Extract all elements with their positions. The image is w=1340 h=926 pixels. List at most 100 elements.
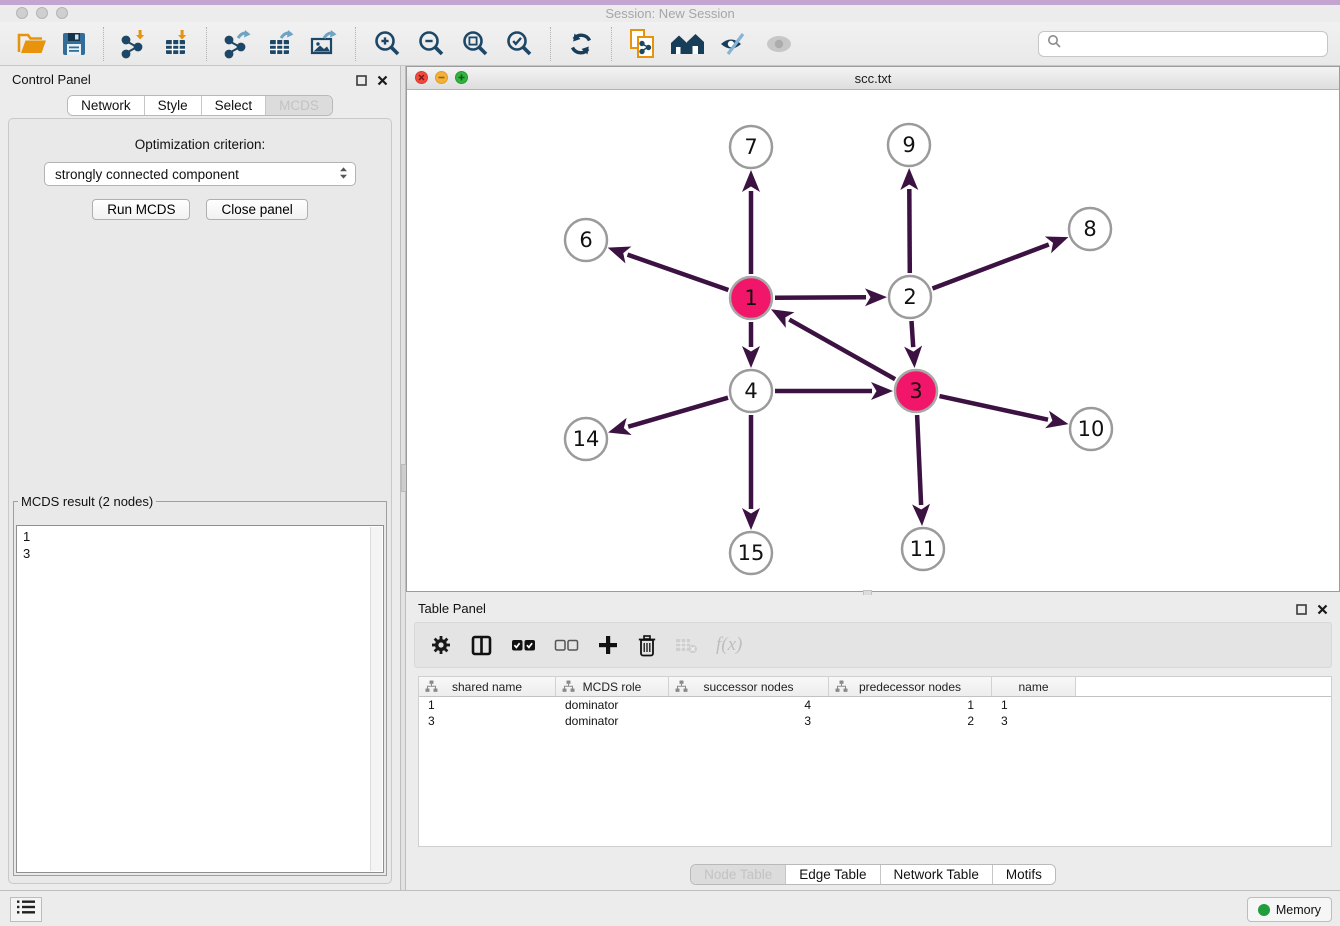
tab-node-table[interactable]: Node Table — [691, 865, 786, 884]
import-table-icon[interactable] — [162, 29, 190, 59]
table-cell[interactable]: 1 — [992, 698, 1076, 712]
table-cell[interactable]: 3 — [419, 714, 556, 728]
column-header-name[interactable]: name — [992, 677, 1076, 696]
close-table-panel-icon[interactable] — [1317, 602, 1328, 620]
tab-edge-table[interactable]: Edge Table — [786, 865, 880, 884]
graph-node-9[interactable]: 9 — [888, 124, 930, 166]
table-cell[interactable]: 2 — [829, 714, 992, 728]
task-history-button[interactable] — [10, 897, 42, 922]
graph-node-1[interactable]: 1 — [730, 277, 772, 319]
column-header-shared-name[interactable]: shared name — [419, 677, 556, 696]
float-table-panel-icon[interactable] — [1296, 602, 1307, 620]
graph-edge-2-9[interactable] — [909, 189, 910, 273]
zoom-window-button[interactable] — [56, 7, 68, 19]
settings-gear-icon[interactable] — [430, 634, 452, 656]
graph-edge-3-11[interactable] — [917, 415, 921, 505]
svg-text:1: 1 — [744, 286, 757, 310]
run-mcds-button[interactable]: Run MCDS — [92, 199, 190, 220]
graph-edge-3-10[interactable] — [940, 396, 1049, 420]
table-cell[interactable]: 1 — [829, 698, 992, 712]
tab-style[interactable]: Style — [145, 96, 202, 115]
search-box[interactable] — [1038, 31, 1328, 57]
graph-edge-1-6[interactable] — [628, 255, 729, 290]
graph-node-3[interactable]: 3 — [895, 370, 937, 412]
graph-edge-3-1[interactable] — [789, 320, 895, 380]
column-visibility-icon[interactable] — [470, 634, 493, 657]
open-session-icon[interactable] — [17, 30, 47, 57]
column-label: name — [1018, 680, 1048, 694]
close-window-button[interactable] — [16, 7, 28, 19]
tab-mcds[interactable]: MCDS — [266, 96, 332, 115]
table-cell[interactable]: 3 — [992, 714, 1076, 728]
apply-layout-icon[interactable] — [567, 30, 595, 58]
network-window-titlebar[interactable]: scc.txt — [407, 67, 1339, 90]
graph-node-10[interactable]: 10 — [1070, 408, 1112, 450]
import-network-icon[interactable] — [120, 29, 148, 59]
graph-node-11[interactable]: 11 — [902, 528, 944, 570]
column-header-MCDS-role[interactable]: MCDS role — [556, 677, 669, 696]
select-all-icon[interactable] — [511, 637, 536, 654]
graph-edge-2-3[interactable] — [912, 321, 914, 347]
network-close-button[interactable] — [415, 71, 428, 84]
status-bar: Memory — [0, 890, 1340, 926]
list-icon — [16, 899, 36, 920]
tab-select[interactable]: Select — [202, 96, 267, 115]
hide-details-icon[interactable] — [719, 31, 750, 57]
column-header-predecessor-nodes[interactable]: predecessor nodes — [829, 677, 992, 696]
application-window: Session: New Session Control Panel Netwo… — [0, 0, 1340, 926]
zoom-selected-icon[interactable] — [504, 29, 534, 59]
criterion-dropdown[interactable]: strongly connected component — [44, 162, 356, 186]
table-tabs: Node TableEdge TableNetwork TableMotifs — [690, 864, 1056, 885]
tab-network-table[interactable]: Network Table — [881, 865, 993, 884]
graph-node-8[interactable]: 8 — [1069, 208, 1111, 250]
svg-text:7: 7 — [744, 135, 757, 159]
tab-motifs[interactable]: Motifs — [993, 865, 1055, 884]
memory-button[interactable]: Memory — [1247, 897, 1332, 922]
mcds-result-text: 13 — [16, 525, 384, 873]
criterion-dropdown-value: strongly connected component — [55, 167, 339, 182]
search-input[interactable] — [1067, 35, 1319, 52]
table-cell[interactable]: 4 — [669, 698, 829, 712]
float-panel-icon[interactable] — [356, 73, 367, 91]
tab-network[interactable]: Network — [68, 96, 145, 115]
export-network-icon[interactable] — [223, 29, 252, 59]
table-row[interactable]: 3dominator323 — [419, 713, 1331, 729]
graph-node-2[interactable]: 2 — [889, 276, 931, 318]
home-icon[interactable] — [670, 31, 705, 56]
delete-row-icon[interactable] — [637, 634, 657, 657]
svg-text:6: 6 — [579, 228, 592, 252]
add-row-icon[interactable] — [597, 634, 619, 656]
column-header-successor-nodes[interactable]: successor nodes — [669, 677, 829, 696]
network-minimize-button[interactable] — [435, 71, 448, 84]
save-session-icon[interactable] — [61, 31, 87, 57]
graph-node-6[interactable]: 6 — [565, 219, 607, 261]
zoom-fit-icon[interactable] — [460, 29, 490, 59]
deselect-all-icon[interactable] — [554, 637, 579, 654]
table-cell[interactable]: 1 — [419, 698, 556, 712]
graph-node-4[interactable]: 4 — [730, 370, 772, 412]
table-row[interactable]: 1dominator411 — [419, 697, 1331, 713]
graph-edge-2-8[interactable] — [933, 245, 1049, 289]
toolbar-separator — [611, 27, 612, 61]
graph-node-15[interactable]: 15 — [730, 532, 772, 574]
zoom-out-icon[interactable] — [416, 29, 446, 59]
svg-text:15: 15 — [738, 541, 765, 565]
show-details-icon — [764, 33, 794, 55]
graph-node-14[interactable]: 14 — [565, 418, 607, 460]
minimize-window-button[interactable] — [36, 7, 48, 19]
table-cell[interactable]: dominator — [556, 698, 669, 712]
graph-edge-4-14[interactable] — [628, 398, 728, 427]
result-scrollbar[interactable] — [370, 527, 382, 871]
network-canvas[interactable]: 7 9 6 8 1 2 4 3 14 10 15 11 — [407, 89, 1339, 591]
close-panel-icon[interactable] — [377, 73, 388, 91]
clone-network-icon[interactable] — [628, 28, 656, 59]
export-table-icon[interactable] — [266, 29, 295, 59]
network-maximize-button[interactable] — [455, 71, 468, 84]
graph-edge-1-2[interactable] — [775, 297, 866, 298]
export-image-icon[interactable] — [309, 29, 339, 59]
graph-node-7[interactable]: 7 — [730, 126, 772, 168]
table-cell[interactable]: 3 — [669, 714, 829, 728]
table-cell[interactable]: dominator — [556, 714, 669, 728]
close-panel-button[interactable]: Close panel — [206, 199, 307, 220]
zoom-in-icon[interactable] — [372, 29, 402, 59]
